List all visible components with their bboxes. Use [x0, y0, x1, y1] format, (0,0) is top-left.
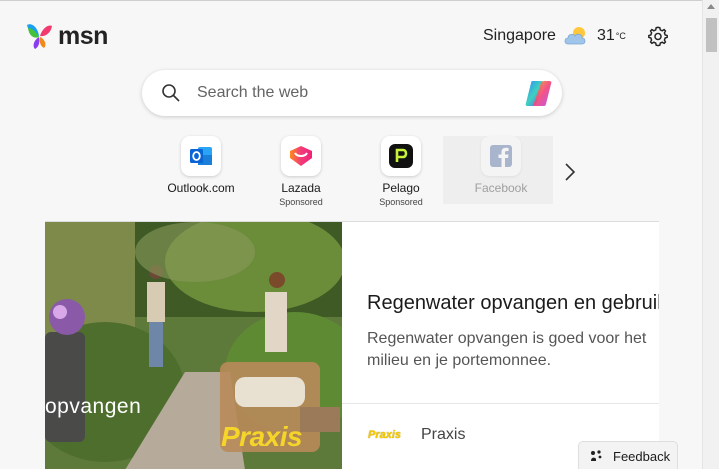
chevron-right-icon[interactable]: [560, 160, 580, 184]
card-title[interactable]: Regenwater opvangen en gebruiken: [367, 292, 659, 315]
quick-link-label: Pelago: [382, 181, 420, 195]
facebook-tile: [481, 136, 521, 176]
gear-icon[interactable]: [647, 25, 669, 47]
quick-link-lazada[interactable]: Lazada Sponsored: [251, 136, 351, 207]
weather-unit: °C: [615, 31, 626, 41]
card-divider: [342, 403, 659, 404]
lazada-icon: [290, 146, 312, 166]
search-input[interactable]: [197, 84, 497, 102]
image-brand-logo: Praxis: [221, 421, 303, 452]
msn-butterfly-icon: [27, 24, 52, 49]
feedback-button[interactable]: Feedback: [578, 441, 678, 469]
msn-logo-text: msn: [58, 21, 108, 50]
card-description: Regenwater opvangen is goed voor het mil…: [367, 330, 647, 369]
partly-cloudy-icon: [564, 27, 586, 45]
feedback-icon: [591, 450, 602, 461]
weather-temperature: 31: [596, 27, 615, 44]
search-icon: [162, 84, 180, 102]
copilot-icon[interactable]: [523, 78, 554, 109]
image-overlay-text: opvangen: [45, 395, 142, 418]
quick-link-label: Facebook: [474, 181, 528, 195]
facebook-icon: [490, 145, 512, 167]
sponsored-tag: Sponsored: [279, 197, 323, 207]
feedback-label: Feedback: [613, 448, 671, 464]
pelago-icon: [389, 144, 413, 168]
weather-city: Singapore: [483, 27, 556, 44]
quick-link-outlook[interactable]: Outlook.com: [151, 136, 251, 195]
quick-link-facebook[interactable]: Facebook: [451, 136, 551, 195]
search-box[interactable]: [142, 70, 562, 116]
vertical-scrollbar[interactable]: [702, 0, 719, 469]
quick-link-pelago[interactable]: Pelago Sponsored: [351, 136, 451, 207]
outlook-tile: [181, 136, 221, 176]
source-name[interactable]: Praxis: [421, 426, 465, 444]
window-top-border: [0, 0, 719, 1]
pelago-tile: [381, 136, 421, 176]
lazada-tile: [281, 136, 321, 176]
msn-logo[interactable]: msn: [24, 20, 108, 52]
card-body: Regenwater opvangen en gebruiken Regenwa…: [342, 222, 659, 469]
scrollbar-thumb[interactable]: [706, 18, 717, 52]
weather-widget[interactable]: Singapore 31 °C: [483, 24, 626, 48]
quick-link-label: Lazada: [281, 181, 321, 195]
praxis-logo: Praxis: [368, 429, 402, 441]
outlook-icon: [190, 147, 212, 165]
scroll-up-arrow-icon[interactable]: [707, 4, 715, 9]
sponsored-tag: Sponsored: [379, 197, 423, 207]
feature-card[interactable]: opvangen Praxis Regenwater opvangen en g…: [45, 221, 659, 469]
quick-link-label: Outlook.com: [167, 181, 235, 195]
